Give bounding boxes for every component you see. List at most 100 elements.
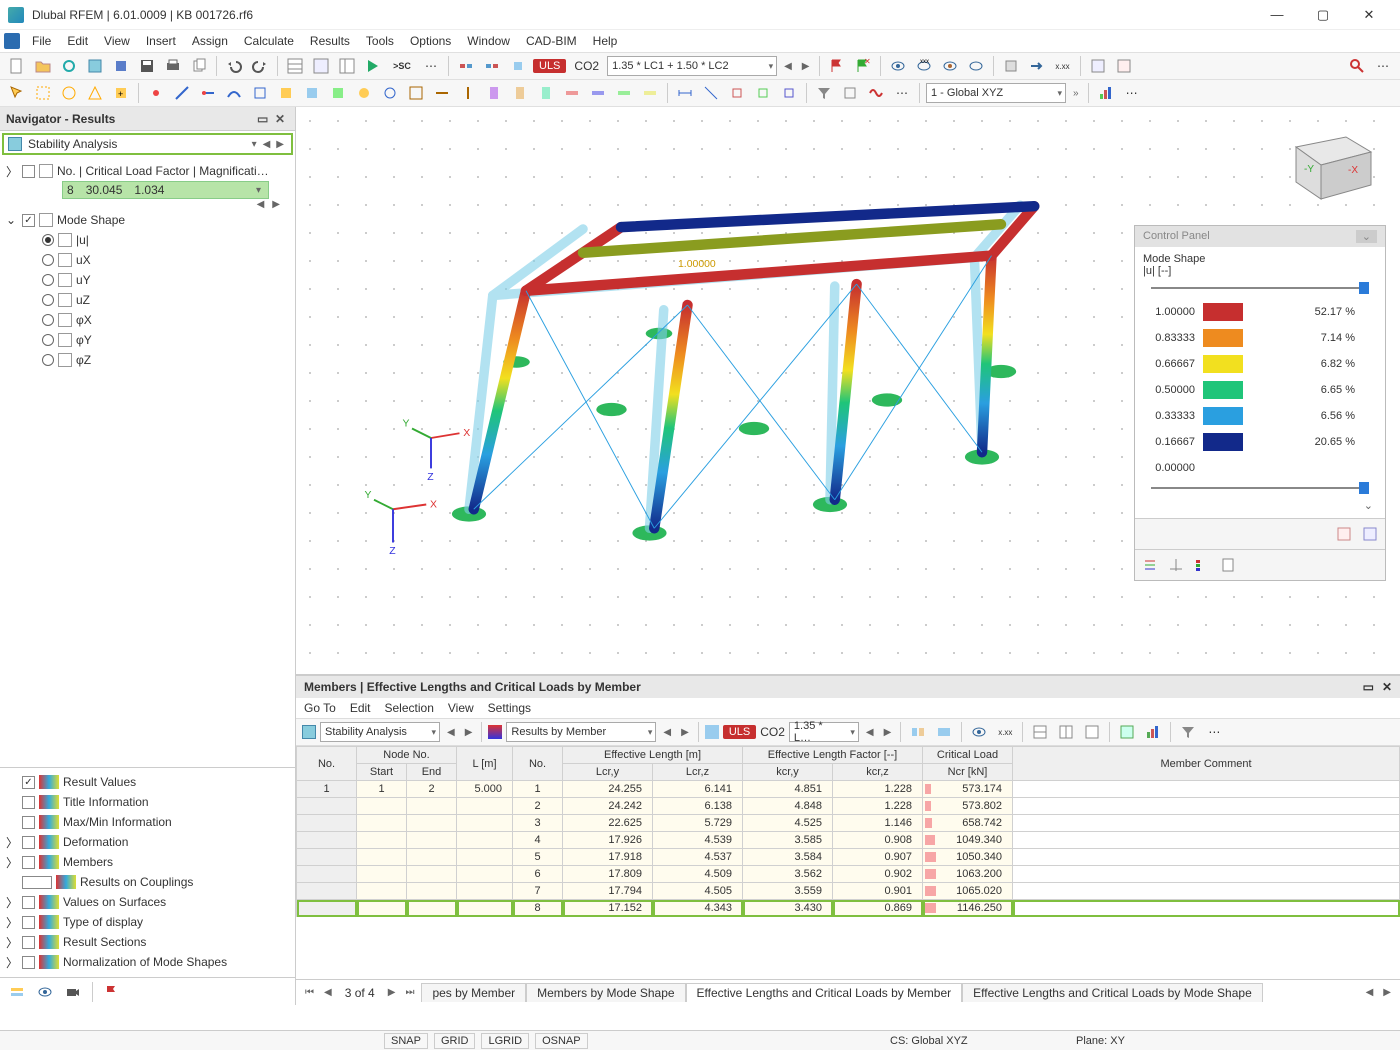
grid2-icon[interactable] [310, 55, 332, 77]
eye3-icon[interactable] [939, 55, 961, 77]
copy-icon[interactable] [188, 55, 210, 77]
model-icon[interactable] [84, 55, 106, 77]
tool-p-icon[interactable] [535, 82, 557, 104]
table-tab[interactable]: pes by Member [421, 983, 526, 1002]
table-row[interactable]: 6 17.8094.509 3.5620.902 1063.200 [297, 866, 1400, 883]
link2-icon[interactable] [481, 55, 503, 77]
tt-eye-icon[interactable] [968, 721, 990, 743]
dim-a-icon[interactable] [674, 82, 696, 104]
dock-icon[interactable]: ▭ [257, 112, 271, 126]
dim-c-icon[interactable] [726, 82, 748, 104]
mode-radio[interactable] [42, 254, 54, 266]
tool-s-icon[interactable] [613, 82, 635, 104]
tc1-next[interactable]: ▶ [462, 727, 476, 738]
mode-φX[interactable]: φX [6, 310, 289, 330]
load-combo[interactable]: 1.35 * LC1 + 1.50 * LC2 [607, 56, 777, 76]
sel5-icon[interactable]: + [110, 82, 132, 104]
mode-radio[interactable] [42, 314, 54, 326]
table-dock-icon[interactable]: ▭ [1363, 680, 1374, 694]
tool-h-icon[interactable] [327, 82, 349, 104]
tool-r-icon[interactable] [587, 82, 609, 104]
status-snap[interactable]: SNAP [384, 1033, 428, 1049]
lower-0[interactable]: Result Values [6, 772, 289, 792]
tt1-icon[interactable] [907, 721, 929, 743]
cp-b3-icon[interactable] [1191, 554, 1213, 576]
minimize-button[interactable]: — [1254, 0, 1300, 30]
sel-next-icon[interactable]: ▶ [269, 199, 283, 210]
tc2-next[interactable]: ▶ [678, 727, 692, 738]
panel1-icon[interactable] [1087, 55, 1109, 77]
clf-check[interactable] [22, 165, 35, 178]
redo-icon[interactable] [249, 55, 271, 77]
lower-check[interactable] [22, 916, 35, 929]
lower-check[interactable] [22, 816, 35, 829]
tt-g1-icon[interactable] [1029, 721, 1051, 743]
table-row[interactable]: 7 17.7944.505 3.5590.901 1065.020 [297, 883, 1400, 900]
sel3-icon[interactable] [58, 82, 80, 104]
menu-calculate[interactable]: Calculate [236, 32, 302, 50]
table-tab[interactable]: Effective Lengths and Critical Loads by … [962, 983, 1263, 1002]
eye2-icon[interactable]: xxx [913, 55, 935, 77]
status-osnap[interactable]: OSNAP [535, 1033, 588, 1049]
lower-2[interactable]: Max/Min Information [6, 812, 289, 832]
menu-help[interactable]: Help [585, 32, 626, 50]
flag-icon[interactable] [826, 55, 848, 77]
tc1-prev[interactable]: ◀ [444, 727, 458, 738]
tool-g-icon[interactable] [301, 82, 323, 104]
table-grid[interactable]: No. Node No. L [m] No. Effective Length … [296, 746, 1400, 979]
save-icon[interactable] [136, 55, 158, 77]
tool-e-icon[interactable] [249, 82, 271, 104]
table-row[interactable]: 8 17.1524.343 3.4300.869 1146.250 [297, 900, 1400, 917]
run-icon[interactable] [362, 55, 384, 77]
tool-k-icon[interactable] [405, 82, 427, 104]
ctrlpanel-collapse-icon[interactable]: ⌄ [1356, 230, 1377, 243]
tool-d-icon[interactable] [223, 82, 245, 104]
more4-icon[interactable]: ⋯ [1121, 82, 1143, 104]
mode-uY[interactable]: uY [6, 270, 289, 290]
grid1-icon[interactable] [284, 55, 306, 77]
maximize-button[interactable]: ▢ [1300, 0, 1346, 30]
eye4-icon[interactable] [965, 55, 987, 77]
menu-icon[interactable] [4, 33, 20, 49]
lower-9[interactable]: 〉Normalization of Mode Shapes [6, 952, 289, 972]
legend-bot-slider[interactable] [1151, 481, 1369, 495]
lower-check[interactable] [22, 856, 35, 869]
mode-radio[interactable] [42, 234, 54, 246]
dim-d-icon[interactable] [752, 82, 774, 104]
menu-tools[interactable]: Tools [358, 32, 402, 50]
workplane-combo[interactable]: 1 - Global XYZ [926, 83, 1066, 103]
tt-g2-icon[interactable] [1055, 721, 1077, 743]
tt-g3-icon[interactable] [1081, 721, 1103, 743]
menu-insert[interactable]: Insert [138, 32, 184, 50]
tab-prev-icon[interactable]: ◀ [321, 987, 335, 998]
nav-prev-icon[interactable]: ◀ [260, 139, 274, 150]
tool-o-icon[interactable] [509, 82, 531, 104]
table-row[interactable]: 3 22.6255.729 4.5251.146 658.742 [297, 815, 1400, 832]
mode-uX[interactable]: uX [6, 250, 289, 270]
sel2-icon[interactable] [32, 82, 54, 104]
menu-view[interactable]: View [96, 32, 138, 50]
delflag-icon[interactable]: ✕ [852, 55, 874, 77]
lower-1[interactable]: Title Information [6, 792, 289, 812]
print-icon[interactable] [162, 55, 184, 77]
table-tab[interactable]: Members by Mode Shape [526, 983, 685, 1002]
table-tab[interactable]: Effective Lengths and Critical Loads by … [686, 983, 963, 1002]
sel-prev-icon[interactable]: ◀ [254, 199, 268, 210]
selected-clf-row[interactable]: 8 30.045 1.034 ▾ [62, 181, 269, 199]
menu-options[interactable]: Options [402, 32, 459, 50]
tool-m-icon[interactable] [457, 82, 479, 104]
dim-b-icon[interactable] [700, 82, 722, 104]
dim-e-icon[interactable] [778, 82, 800, 104]
tab-scroll-right-icon[interactable]: ▶ [1380, 987, 1394, 998]
lower-check[interactable] [22, 876, 52, 889]
status-lgrid[interactable]: LGRID [481, 1033, 529, 1049]
tool-c-icon[interactable] [197, 82, 219, 104]
tt-ex-icon[interactable] [1116, 721, 1138, 743]
refresh-icon[interactable] [58, 55, 80, 77]
legend-scroll-icon[interactable]: ⌄ [1143, 499, 1377, 512]
lower-check[interactable] [22, 956, 35, 969]
tool-n-icon[interactable] [483, 82, 505, 104]
navigation-cube[interactable]: -Y -X [1276, 117, 1386, 207]
modeshape-check[interactable] [22, 214, 35, 227]
nav-flag-icon[interactable] [101, 981, 123, 1003]
